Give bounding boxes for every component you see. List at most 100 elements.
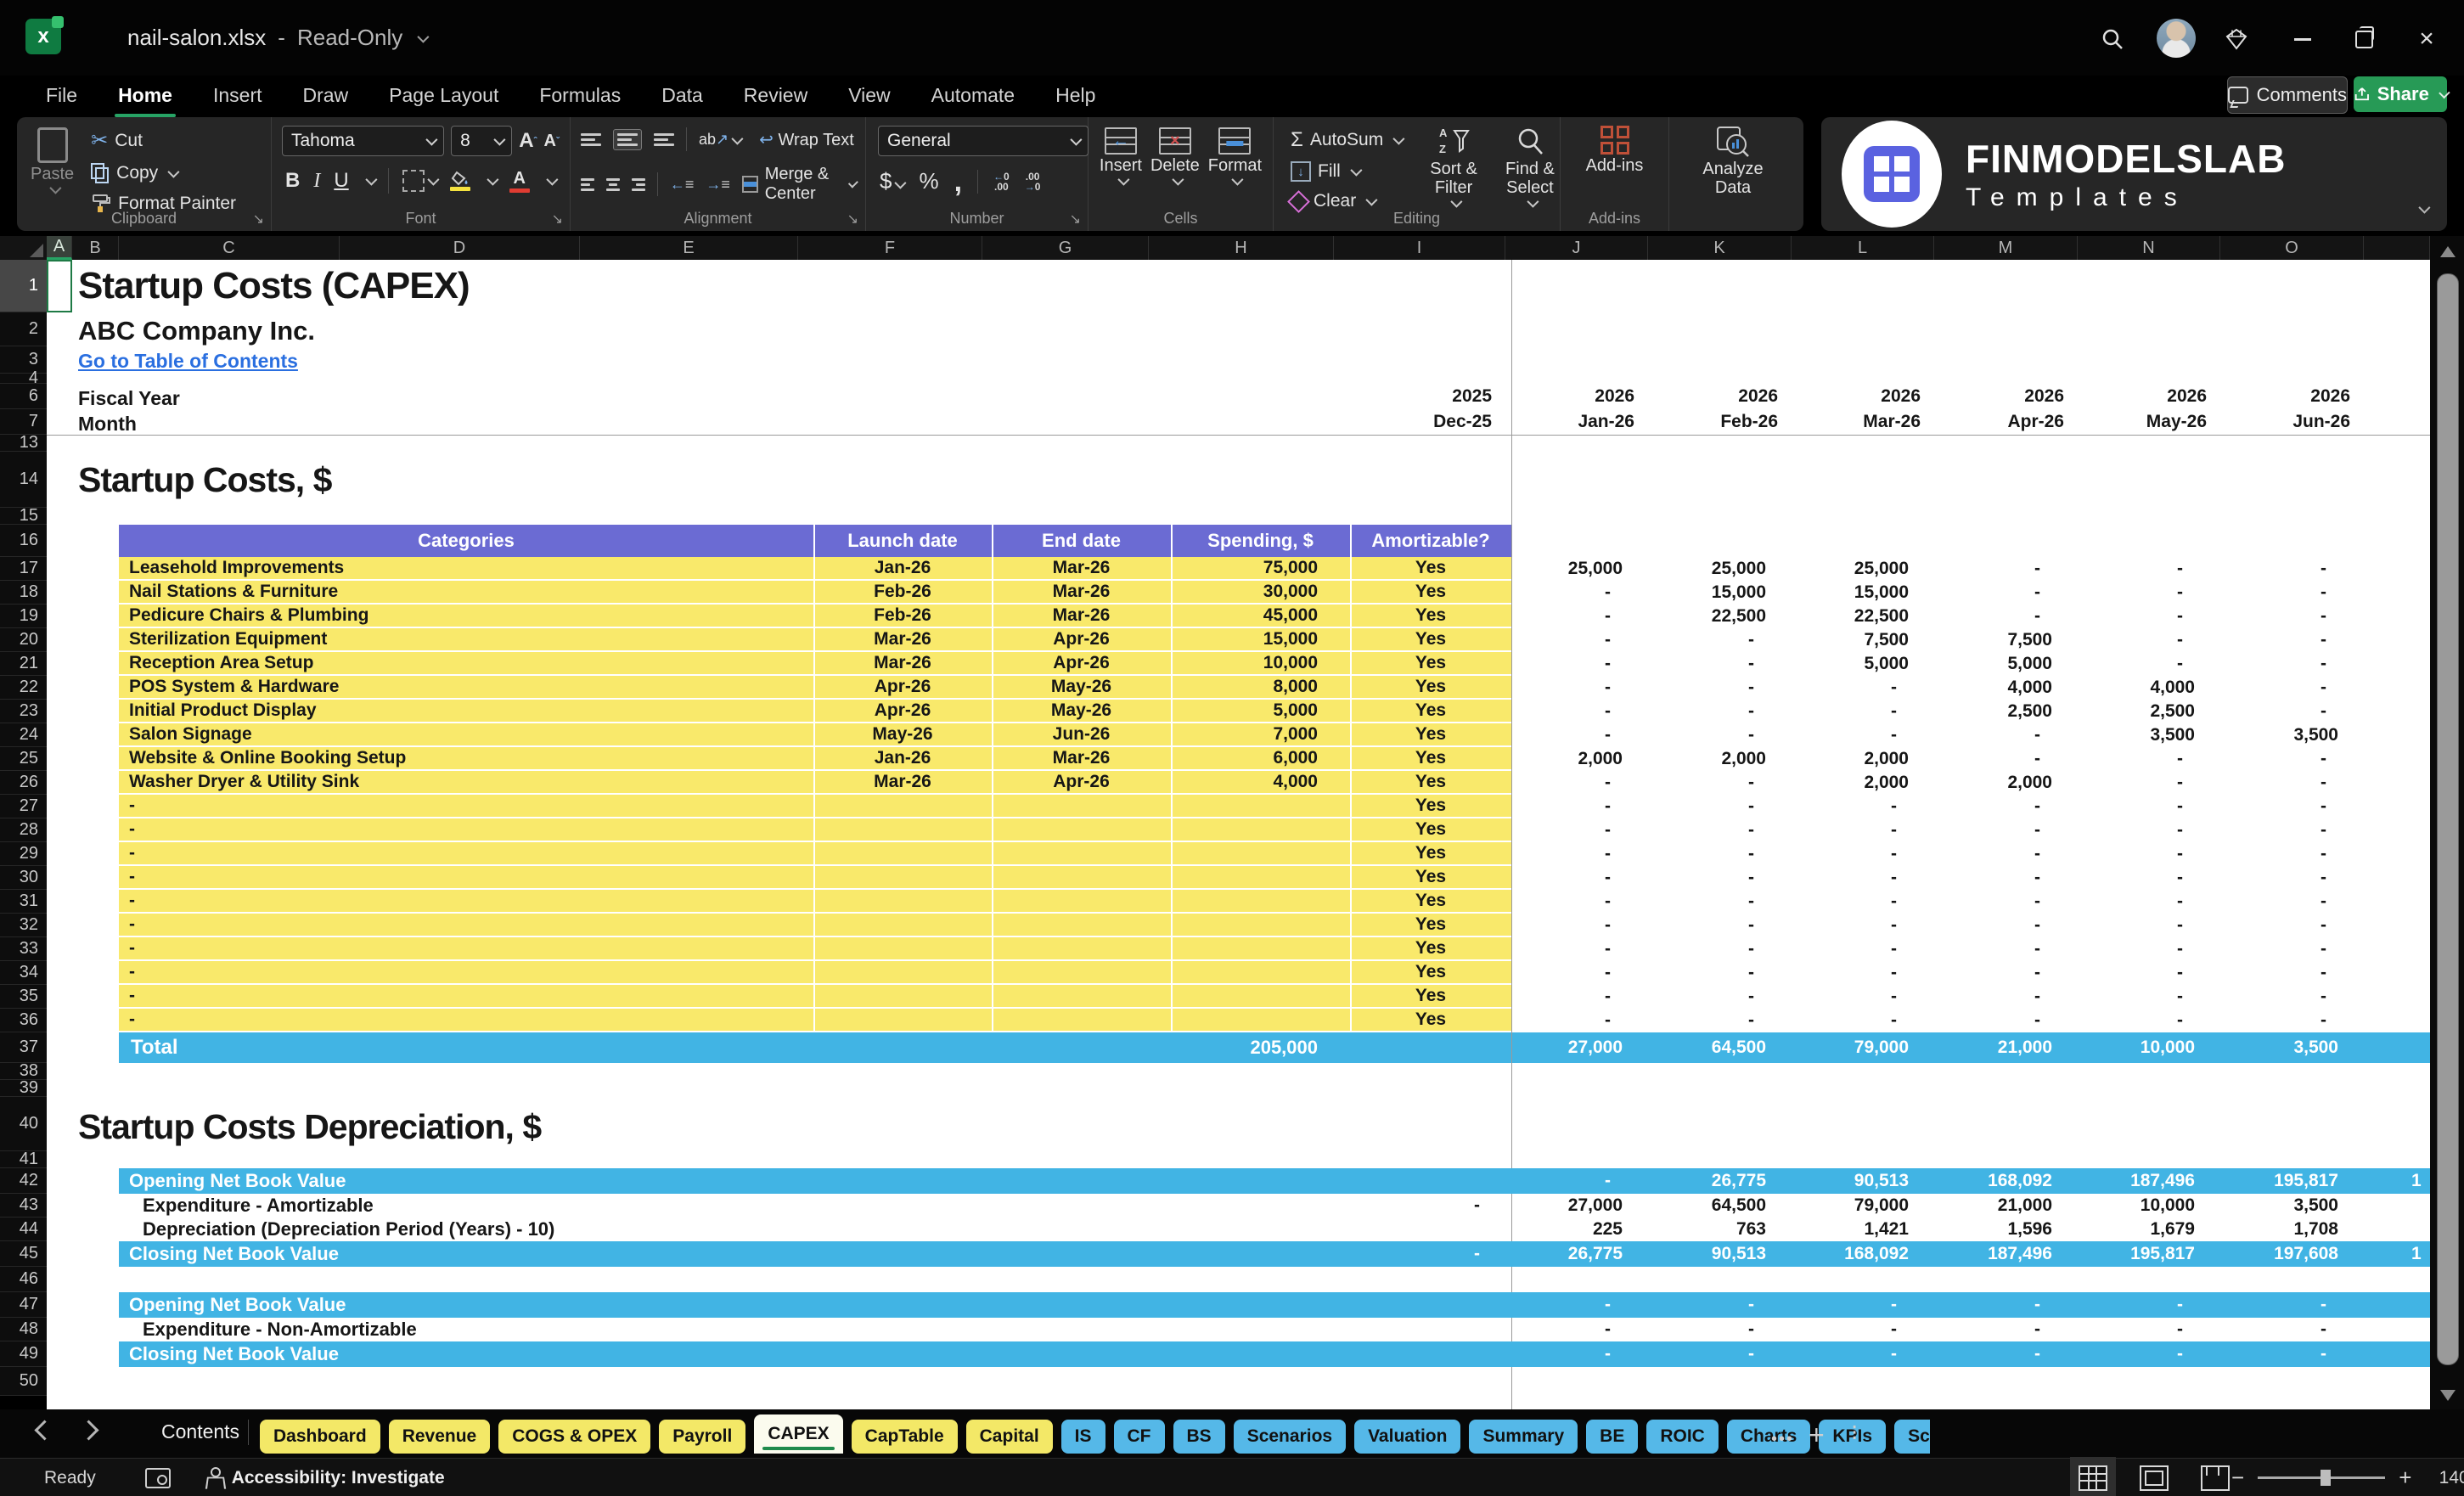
row-header-15[interactable]: 15 — [0, 508, 47, 525]
cell-value[interactable]: - — [2078, 866, 2195, 890]
decrease-indent-button[interactable]: ←≡ — [670, 176, 695, 194]
row-header-32[interactable]: 32 — [0, 914, 47, 937]
copy-button[interactable]: Copy — [86, 160, 241, 186]
cell-value[interactable]: - — [1505, 1292, 1623, 1318]
cell-value[interactable]: - — [2220, 914, 2338, 937]
sheet-tab-sc[interactable]: Sc — [1894, 1420, 1930, 1454]
normal-view-button[interactable] — [2079, 1465, 2107, 1491]
cell-value[interactable]: - — [1648, 937, 1766, 961]
cell-value[interactable]: - — [1792, 985, 1909, 1009]
cell-value[interactable]: 2026 — [1934, 384, 2064, 409]
cell-value[interactable]: 2025 — [1334, 384, 1492, 409]
category-cell[interactable]: - — [129, 1009, 800, 1031]
menu-tab-review[interactable]: Review — [742, 81, 809, 110]
cell-value[interactable]: - — [1934, 1292, 2052, 1318]
cell-value[interactable]: - — [1648, 652, 1766, 676]
table-cell[interactable]: Mar-26 — [992, 557, 1171, 579]
row-header-14[interactable]: 14 — [0, 452, 47, 508]
cell-value[interactable]: - — [2220, 771, 2338, 795]
cell-value[interactable]: - — [1505, 842, 1623, 866]
cell-value[interactable]: 90,513 — [1792, 1168, 1909, 1194]
table-cell[interactable]: 4,000 — [1171, 771, 1318, 793]
minimize-button[interactable] — [2284, 20, 2321, 58]
row-header-23[interactable]: 23 — [0, 700, 47, 723]
cell-value[interactable]: 2026 — [2078, 384, 2207, 409]
cell-value[interactable]: - — [1934, 557, 2052, 581]
cell-value[interactable]: - — [1792, 1318, 1909, 1341]
cell-value[interactable]: Mar-26 — [1792, 409, 1921, 435]
table-cell[interactable]: Yes — [1350, 795, 1511, 817]
cell-value[interactable]: 2,000 — [1792, 747, 1909, 771]
table-cell[interactable]: Yes — [1350, 747, 1511, 769]
row-header-19[interactable]: 19 — [0, 605, 47, 628]
cell-value[interactable]: - — [1505, 581, 1623, 605]
menu-tab-draw[interactable]: Draw — [301, 81, 351, 110]
sheet-tab-dashboard[interactable]: Dashboard — [260, 1420, 380, 1454]
tabs-scroll-left-icon[interactable] — [34, 1420, 54, 1440]
cell-value[interactable]: - — [1792, 937, 1909, 961]
cell-value[interactable]: - — [2220, 937, 2338, 961]
cell-value[interactable]: - — [2220, 652, 2338, 676]
number-format-select[interactable]: General — [878, 126, 1089, 156]
category-cell[interactable]: - — [129, 890, 800, 912]
cell-value[interactable]: - — [1792, 914, 1909, 937]
table-row[interactable]: -Yes — [119, 795, 1511, 818]
cell-value[interactable]: 25,000 — [1792, 557, 1909, 581]
row-header-42[interactable]: 42 — [0, 1168, 47, 1194]
cell-value[interactable]: - — [2078, 581, 2195, 605]
font-name-select[interactable]: Tahoma — [282, 126, 444, 156]
cell-value[interactable]: - — [2078, 1292, 2195, 1318]
sheet-tab-payroll[interactable]: Payroll — [659, 1420, 745, 1454]
cell-value[interactable]: - — [2220, 866, 2338, 890]
cell-value[interactable]: - — [2220, 890, 2338, 914]
vertical-scrollbar[interactable] — [2430, 236, 2464, 1409]
cell-value[interactable]: - — [1792, 723, 1909, 747]
decrease-font-size-button[interactable]: Aˇ — [544, 126, 560, 156]
category-cell[interactable]: Leasehold Improvements — [129, 557, 800, 579]
table-cell[interactable]: Mar-26 — [813, 652, 992, 674]
cell-value[interactable]: 2,000 — [1792, 771, 1909, 795]
cell-value[interactable]: - — [2078, 628, 2195, 652]
cell-value[interactable]: - — [1505, 605, 1623, 628]
table-cell[interactable]: Mar-26 — [813, 771, 992, 793]
sheet-tab-revenue[interactable]: Revenue — [389, 1420, 491, 1454]
font-color-button[interactable]: A — [509, 169, 530, 193]
increase-indent-button[interactable]: →≡ — [706, 176, 730, 194]
cell-value[interactable]: - — [1792, 676, 1909, 700]
search-icon[interactable] — [2094, 20, 2131, 58]
sheet-tab-valuation[interactable]: Valuation — [1354, 1420, 1460, 1454]
cell-value[interactable]: - — [1934, 818, 2052, 842]
table-cell[interactable]: Yes — [1350, 866, 1511, 888]
wrap-text-button[interactable]: ↩ Wrap Text — [759, 129, 854, 150]
zoom-out-button[interactable]: − — [2231, 1465, 2244, 1491]
close-button[interactable]: × — [2408, 20, 2445, 58]
comments-button[interactable]: Comments — [2227, 76, 2348, 114]
category-cell[interactable]: Initial Product Display — [129, 700, 800, 722]
table-row[interactable]: -Yes — [119, 866, 1511, 890]
cell-value[interactable]: - — [1792, 1292, 1909, 1318]
sheet-area[interactable]: Startup Costs (CAPEX) ABC Company Inc. G… — [47, 260, 2430, 1409]
font-dialog-launcher[interactable]: ↘ — [552, 211, 563, 228]
column-header-B[interactable]: B — [72, 236, 119, 260]
sheet-tab-cf[interactable]: CF — [1114, 1420, 1165, 1454]
font-size-select[interactable]: 8 — [451, 126, 512, 156]
table-row[interactable]: -Yes — [119, 914, 1511, 937]
table-cell[interactable]: Apr-26 — [813, 700, 992, 722]
row-header-43[interactable]: 43 — [0, 1194, 47, 1218]
cell-value[interactable]: Dec-25 — [1334, 409, 1492, 435]
cell-value[interactable]: - — [1648, 961, 1766, 985]
cell-value[interactable]: - — [2078, 1318, 2195, 1341]
table-cell[interactable]: Yes — [1350, 605, 1511, 627]
cell-value[interactable]: 79,000 — [1792, 1194, 1909, 1218]
row-header-3[interactable]: 3 — [0, 346, 47, 374]
table-cell[interactable]: Yes — [1350, 700, 1511, 722]
cell-value[interactable]: 25,000 — [1505, 557, 1623, 581]
table-cell[interactable]: Yes — [1350, 581, 1511, 603]
table-cell[interactable]: Mar-26 — [992, 747, 1171, 769]
row-header-33[interactable]: 33 — [0, 937, 47, 961]
cell-value[interactable]: 3,500 — [2078, 723, 2195, 747]
cell-value[interactable]: - — [2078, 557, 2195, 581]
cell-value[interactable]: 187,496 — [1934, 1241, 2052, 1267]
select-all-corner[interactable] — [0, 236, 47, 260]
cell-value[interactable]: - — [1505, 628, 1623, 652]
